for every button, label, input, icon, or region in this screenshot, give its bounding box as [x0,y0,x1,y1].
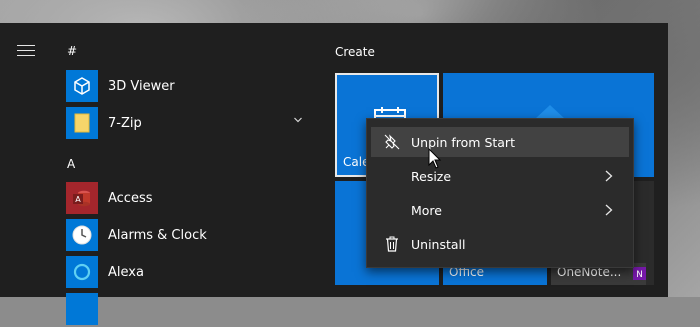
chevron-down-icon[interactable] [294,116,302,124]
section-header-hash[interactable]: # [67,44,77,58]
uninstall-menu-item[interactable]: Uninstall [371,229,629,259]
svg-text:A: A [75,195,81,204]
more-menu-item[interactable]: More [371,195,629,225]
app-label: Access [108,190,153,206]
app-item-alexa[interactable]: Alexa [58,254,320,290]
app-label: 3D Viewer [108,78,175,94]
folder-icon [66,107,98,139]
onenote-icon: N [633,267,646,280]
svg-text:N: N [636,270,643,280]
app-item-alarms-clock[interactable]: Alarms & Clock [58,217,320,253]
context-menu-label: Resize [411,168,452,184]
chevron-right-icon [605,170,613,182]
unpin-icon [383,133,401,151]
clock-icon [66,219,98,251]
mouse-cursor-icon [428,148,442,169]
app-icon [66,293,98,325]
context-menu: Unpin from Start Resize More Uninstall [366,118,634,268]
access-icon: A [66,182,98,214]
context-menu-label: Unpin from Start [411,134,515,150]
app-item-access[interactable]: A Access [58,180,320,216]
app-label: Alexa [108,264,144,280]
app-label: Alarms & Clock [108,227,207,243]
app-label: 7-Zip [108,115,142,131]
app-item-partial[interactable] [58,291,320,327]
hamburger-menu-icon[interactable] [17,45,35,57]
context-menu-label: Uninstall [411,236,466,252]
trash-icon [383,235,401,253]
context-menu-label: More [411,202,442,218]
unpin-from-start-menu-item[interactable]: Unpin from Start [371,127,629,157]
app-item-7-zip[interactable]: 7-Zip [58,105,320,141]
3d-viewer-icon [66,70,98,102]
tile-group-title[interactable]: Create [335,45,375,59]
alexa-icon [66,256,98,288]
section-header-a[interactable]: A [67,157,75,171]
app-item-3d-viewer[interactable]: 3D Viewer [58,68,320,104]
chevron-right-icon [605,204,613,216]
app-list: # 3D Viewer 7-Zip A A Access Alarms & Cl… [58,23,328,325]
resize-menu-item[interactable]: Resize [371,161,629,191]
